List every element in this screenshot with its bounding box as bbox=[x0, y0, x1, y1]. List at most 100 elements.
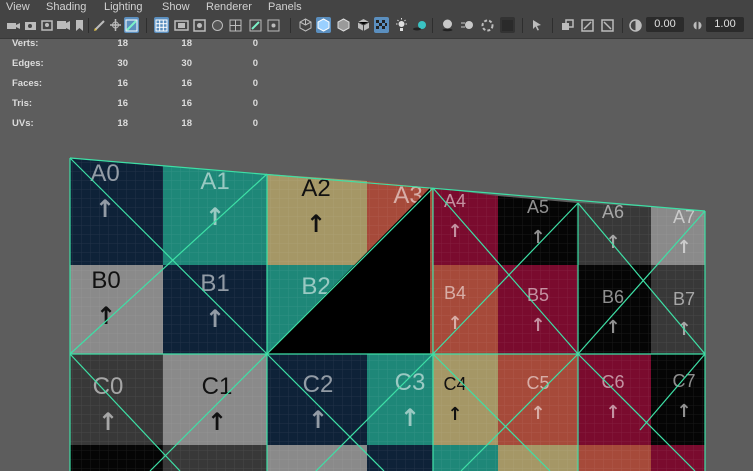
shadows-icon[interactable] bbox=[412, 17, 427, 33]
texture-arrow-glyph: ↑ bbox=[308, 406, 328, 434]
hud-value: 16 bbox=[181, 78, 192, 89]
wireframe-on-shaded-icon[interactable] bbox=[356, 17, 371, 33]
hud-value: 0 bbox=[252, 58, 258, 69]
hud-label: UVs: bbox=[12, 118, 34, 129]
toolbar-separator bbox=[552, 18, 553, 33]
hud-label: Verts: bbox=[12, 38, 39, 49]
texture-cell-label: A6 bbox=[602, 202, 624, 222]
texture-fine-grid bbox=[498, 445, 578, 471]
toolbar-separator bbox=[522, 18, 523, 33]
texture-fine-grid bbox=[367, 445, 433, 471]
texture-fine-grid bbox=[578, 354, 651, 445]
toolbar-separator bbox=[290, 18, 291, 33]
texture-cell-label: C3 bbox=[395, 369, 426, 396]
xray-components-icon[interactable] bbox=[600, 17, 615, 33]
xray-icon[interactable] bbox=[560, 17, 575, 33]
texture-fine-grid bbox=[70, 445, 163, 471]
bookmarks-icon[interactable] bbox=[40, 17, 55, 33]
viewport-background bbox=[705, 211, 753, 471]
safe-action-icon[interactable] bbox=[248, 17, 263, 33]
menu-bar: View Shading Lighting Show Renderer Pane… bbox=[0, 0, 753, 14]
hud-value: 0 bbox=[252, 98, 258, 109]
texture-cell-label: B6 bbox=[602, 287, 624, 307]
hud-value: 16 bbox=[117, 98, 128, 109]
toolbar-separator bbox=[88, 18, 89, 33]
grid-icon[interactable] bbox=[154, 17, 169, 33]
texture-arrow-glyph: ↑ bbox=[400, 404, 420, 432]
hud-label: Faces: bbox=[12, 78, 43, 89]
toolbar-separator bbox=[432, 18, 433, 33]
select-camera-icon[interactable] bbox=[6, 17, 21, 33]
hud-value: 30 bbox=[181, 58, 192, 69]
texture-arrow-glyph: ↑ bbox=[447, 221, 462, 242]
anti-aliasing-icon[interactable] bbox=[480, 17, 495, 33]
texture-fine-grid bbox=[651, 354, 705, 445]
hud-value: 18 bbox=[181, 118, 192, 129]
texture-arrow-glyph: ↑ bbox=[207, 408, 227, 436]
move-tool-icon[interactable] bbox=[108, 17, 123, 33]
texture-arrow-glyph: ↑ bbox=[530, 403, 545, 424]
safe-title-icon[interactable] bbox=[266, 17, 281, 33]
menu-lighting[interactable]: Lighting bbox=[104, 0, 143, 14]
exposure-input[interactable]: 0.00 bbox=[646, 17, 684, 32]
gamma-input[interactable]: 1.00 bbox=[706, 17, 744, 32]
hud-value: 0 bbox=[252, 78, 258, 89]
use-all-lights-icon[interactable] bbox=[394, 17, 409, 33]
menu-shading[interactable]: Shading bbox=[46, 0, 86, 14]
toolbar-separator bbox=[146, 18, 147, 33]
texture-arrow-glyph: ↑ bbox=[306, 210, 326, 238]
texture-arrow-glyph: ↑ bbox=[98, 408, 118, 436]
motion-blur-icon[interactable] bbox=[460, 17, 475, 33]
hud-value: 18 bbox=[181, 38, 192, 49]
hud-value: 0 bbox=[252, 38, 258, 49]
texture-arrow-glyph: ↑ bbox=[447, 404, 462, 425]
toolbar-separator bbox=[622, 18, 623, 33]
texture-cell-label: A1 bbox=[200, 168, 229, 195]
camera-attributes-icon[interactable] bbox=[24, 17, 39, 33]
resolution-gate-icon[interactable] bbox=[192, 17, 207, 33]
hud-value: 18 bbox=[117, 118, 128, 129]
texture-cell-label: A4 bbox=[444, 191, 466, 211]
menu-view[interactable]: View bbox=[6, 0, 30, 14]
texture-fine-grid bbox=[651, 265, 705, 354]
hud-label: Tris: bbox=[12, 98, 33, 109]
texture-fine-grid bbox=[578, 265, 651, 354]
bookmark-icon[interactable] bbox=[72, 17, 87, 33]
texture-fine-grid bbox=[433, 265, 498, 354]
texture-cell-label: C5 bbox=[526, 373, 549, 393]
isolate-select-icon[interactable] bbox=[530, 17, 545, 33]
smooth-shade-icon[interactable] bbox=[316, 17, 331, 33]
gate-mask-icon[interactable] bbox=[210, 17, 225, 33]
texture-cell-label: B1 bbox=[200, 270, 229, 297]
depth-of-field-icon[interactable] bbox=[500, 17, 515, 33]
hud-value: 30 bbox=[117, 58, 128, 69]
menu-show[interactable]: Show bbox=[162, 0, 190, 14]
texture-fine-grid bbox=[163, 445, 267, 471]
gamma-icon[interactable] bbox=[690, 17, 705, 33]
field-chart-icon[interactable] bbox=[228, 17, 243, 33]
xray-joints-icon[interactable] bbox=[580, 17, 595, 33]
texture-fine-grid bbox=[433, 354, 498, 445]
texture-cell-label: C1 bbox=[202, 373, 233, 400]
film-gate-icon[interactable] bbox=[174, 17, 189, 33]
texture-fine-grid bbox=[578, 445, 651, 471]
hud-value: 0 bbox=[252, 118, 258, 129]
texture-fine-grid bbox=[651, 445, 705, 471]
default-material-icon[interactable] bbox=[336, 17, 351, 33]
image-plane-icon[interactable] bbox=[56, 17, 71, 33]
heads-up-display: Verts: 18 18 0 Edges: 30 30 0 Faces: 16 … bbox=[0, 38, 300, 138]
uv-editor-icon[interactable] bbox=[124, 17, 139, 33]
exposure-icon[interactable] bbox=[628, 17, 643, 33]
wireframe-icon[interactable] bbox=[298, 17, 313, 33]
texture-cell-label: C0 bbox=[93, 373, 124, 400]
hud-value: 16 bbox=[181, 98, 192, 109]
texture-arrow-glyph: ↑ bbox=[676, 401, 691, 422]
screen-space-ao-icon[interactable] bbox=[440, 17, 455, 33]
texture-cell-label: B5 bbox=[527, 285, 549, 305]
texture-cell-label: A5 bbox=[527, 197, 549, 217]
menu-renderer[interactable]: Renderer bbox=[206, 0, 252, 14]
textured-icon[interactable] bbox=[374, 17, 389, 33]
texture-cell-label: B0 bbox=[91, 267, 120, 294]
menu-panels[interactable]: Panels bbox=[268, 0, 302, 14]
grease-pencil-icon[interactable] bbox=[92, 17, 107, 33]
